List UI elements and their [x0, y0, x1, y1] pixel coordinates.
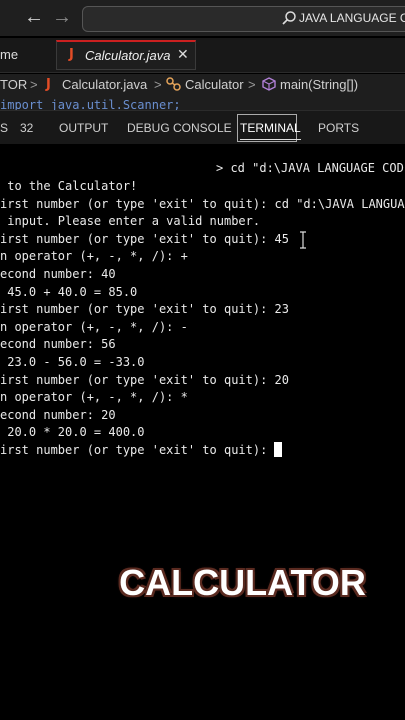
terminal-line: irst number (or type 'exit' to quit): cd…	[0, 196, 405, 211]
terminal-line: econd number: 56	[0, 337, 116, 352]
search-icon	[282, 11, 296, 25]
tab-terminal[interactable]: TERMINAL	[240, 121, 301, 140]
panel-tab-bar: S 32 OUTPUT DEBUG CONSOLE TERMINAL PORTS	[0, 110, 405, 145]
editor-tab-bar: me J Calculator.java ✕	[0, 38, 405, 73]
text-cursor-icon	[300, 231, 306, 249]
video-caption-title: CALCULATOR	[119, 562, 366, 603]
close-icon[interactable]: ✕	[177, 46, 189, 63]
terminal-line: irst number (or type 'exit' to quit): 23	[0, 302, 289, 317]
tab-debug-console[interactable]: DEBUG CONSOLE	[127, 121, 232, 135]
terminal-prompt: > cd "d:\JAVA LANGUAGE CODE	[216, 161, 405, 175]
terminal-line: irst number (or type 'exit' to quit): 45	[0, 231, 289, 246]
tab-label: Calculator.java	[85, 48, 171, 63]
method-icon	[262, 77, 276, 94]
terminal-line: 20.0 * 20.0 = 400.0	[0, 425, 145, 440]
forward-arrow-icon[interactable]: →	[52, 6, 72, 29]
breadcrumb-method[interactable]: main(String[])	[280, 77, 358, 92]
terminal-line: n operator (+, -, *, /): *	[0, 390, 188, 405]
tab-problems[interactable]: S	[0, 121, 8, 135]
terminal-line: econd number: 40	[0, 267, 116, 281]
tab-output[interactable]: OUTPUT	[59, 121, 108, 135]
problems-count-badge: 32	[20, 121, 34, 135]
terminal-line: irst number (or type 'exit' to quit): 20	[0, 372, 289, 387]
terminal-cursor	[274, 442, 282, 457]
command-search-box[interactable]: JAVA LANGUAGE CODE	[82, 6, 405, 32]
terminal-line: 23.0 - 56.0 = -33.0	[0, 355, 145, 369]
back-arrow-icon[interactable]: ←	[24, 6, 44, 29]
tab-welcome[interactable]: me	[0, 47, 18, 62]
breadcrumb-class[interactable]: Calculator	[185, 77, 244, 92]
breadcrumb-file[interactable]: Calculator.java	[62, 77, 147, 92]
terminal-line: econd number: 20	[0, 407, 116, 422]
breadcrumb-separator: >	[154, 77, 162, 92]
tab-calculator-java[interactable]: J Calculator.java ✕	[56, 40, 196, 70]
breadcrumb-separator: >	[30, 77, 38, 92]
code-peek: import java.util.Scanner;	[0, 96, 405, 110]
terminal-line: to the Calculator!	[0, 179, 138, 193]
code-line: import java.util.Scanner;	[0, 98, 181, 110]
terminal-output[interactable]: > cd "d:\JAVA LANGUAGE CODE to the Calcu…	[0, 144, 405, 604]
terminal-line: n operator (+, -, *, /): -	[0, 319, 188, 334]
breadcrumb-folder[interactable]: TOR	[0, 77, 27, 92]
terminal-line: n operator (+, -, *, /): +	[0, 249, 188, 264]
class-icon	[166, 77, 182, 94]
breadcrumb: TOR > J Calculator.java > Calculator > m…	[0, 74, 405, 96]
terminal-line: irst number (or type 'exit' to quit):	[0, 443, 275, 457]
terminal-line: input. Please enter a valid number.	[0, 214, 261, 229]
java-file-icon: J	[69, 47, 74, 62]
terminal-line: 45.0 + 40.0 = 85.0	[0, 284, 138, 299]
breadcrumb-separator: >	[248, 77, 256, 92]
tab-ports[interactable]: PORTS	[318, 121, 359, 135]
java-file-icon: J	[46, 77, 51, 92]
title-bar: ← → JAVA LANGUAGE CODE	[0, 0, 405, 36]
search-text: JAVA LANGUAGE CODE	[299, 11, 405, 25]
